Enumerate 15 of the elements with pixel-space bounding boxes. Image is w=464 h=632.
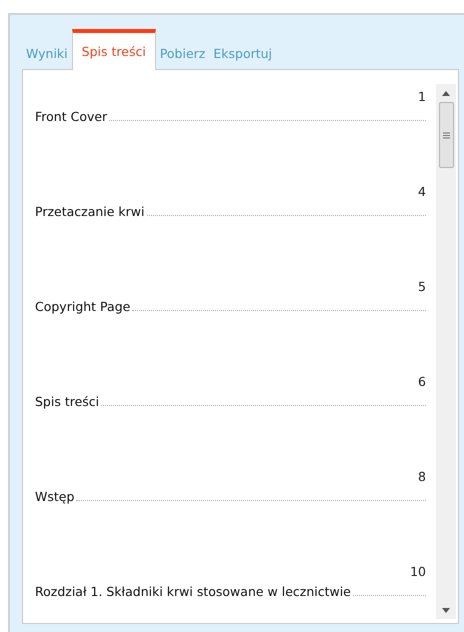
scroll-thumb[interactable] (438, 102, 454, 168)
page-number: 1 (418, 89, 426, 104)
toc-link[interactable]: Front Cover (35, 109, 108, 124)
toc-link[interactable]: Wstęp (35, 489, 74, 504)
scrollbar[interactable] (436, 84, 456, 619)
page-number: 4 (418, 184, 426, 199)
page-number: 6 (418, 374, 426, 389)
page-number: 5 (418, 279, 426, 294)
toc-link[interactable]: Rozdział 1. Składniki krwi stosowane w lecznictwie (35, 584, 351, 599)
toc-link[interactable]: Przetaczanie krwi (35, 204, 144, 219)
page-number: 10 (410, 564, 426, 579)
page-number: 8 (418, 469, 426, 484)
toc-link[interactable]: Copyright Page (35, 299, 130, 314)
tab[interactable]: Spis treści (72, 29, 156, 70)
toc-link[interactable]: Spis treści (35, 394, 100, 409)
